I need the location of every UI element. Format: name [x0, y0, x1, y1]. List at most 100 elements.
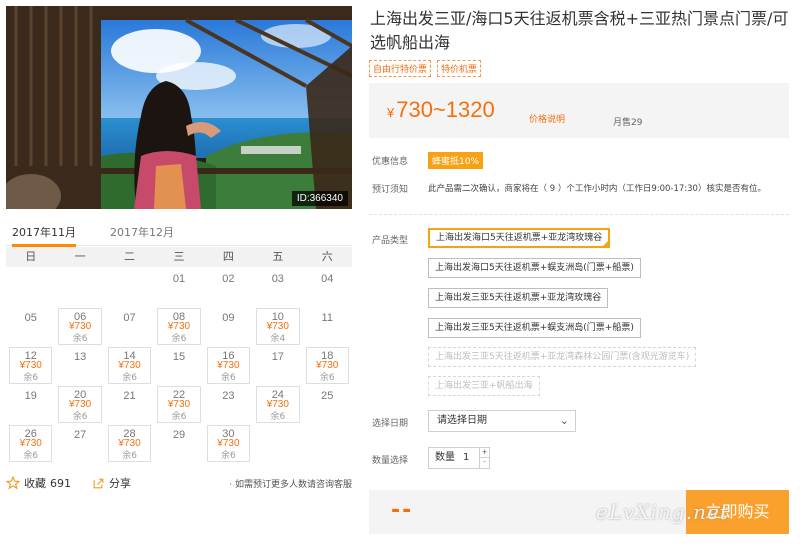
quantity-value[interactable]: 1 — [463, 448, 469, 468]
weekday-fri: 五 — [272, 250, 284, 263]
calendar-day-stock: 余6 — [122, 451, 137, 461]
calendar-day-number: 03 — [271, 273, 284, 285]
calendar-day[interactable]: 10 ¥730 余4 — [253, 307, 302, 346]
calendar-empty-cell — [105, 268, 154, 307]
calendar-day[interactable]: 30 ¥730 余6 — [204, 424, 253, 463]
calendar-day[interactable]: 12 ¥730 余6 — [6, 346, 55, 385]
quantity-label: 数量选择 — [372, 456, 409, 466]
calendar-day-stock: 余6 — [23, 451, 39, 461]
weekday-mon: 一 — [74, 250, 86, 263]
calendar-day[interactable]: 18 ¥730 余6 — [303, 346, 352, 385]
calendar-day-number: 15 — [172, 351, 186, 363]
calendar-empty-cell — [55, 268, 104, 307]
calendar-day-stock: 余4 — [270, 334, 286, 344]
calendar-day[interactable]: 20 ¥730 余6 — [55, 385, 104, 424]
calendar-day[interactable]: 26 ¥730 余6 — [6, 424, 55, 463]
increment-button[interactable]: + — [479, 448, 489, 458]
product-tags: 自由行特价票 特价机票 — [369, 60, 482, 77]
calendar-day-number: 01 — [172, 273, 186, 285]
share-button[interactable]: 分享 — [92, 475, 131, 491]
weekday-sun: 日 — [25, 250, 37, 263]
calendar-day-stock: 余6 — [270, 412, 286, 422]
calendar-week: 05 06 ¥730 余6 07 08 ¥730 余6 09 10 ¥730 余4 11 — [6, 307, 352, 346]
calendar-day: 17 — [253, 346, 302, 385]
total-price: -- — [391, 498, 414, 523]
calendar-day-number: 11 — [321, 312, 333, 324]
calendar-day: 03 — [253, 268, 302, 307]
decrement-button[interactable]: - — [479, 458, 489, 468]
date-select-value: 请选择日期 — [437, 415, 487, 426]
favorite-button[interactable]: 收藏 691 — [6, 475, 71, 491]
discount-label: 优惠信息 — [372, 157, 409, 167]
calendar-day-number: 04 — [321, 273, 334, 285]
tag-free-travel: 自由行特价票 — [369, 60, 432, 77]
calendar-day[interactable]: 14 ¥730 余6 — [105, 346, 154, 385]
price-note-link[interactable]: 价格说明 — [529, 112, 565, 125]
calendar-day: 11 — [303, 307, 352, 346]
calendar-week: 26 ¥730 余6 27 28 ¥730 余6 29 30 ¥730 余6 — [6, 424, 352, 463]
monthly-sales: 月售29 — [613, 118, 643, 128]
weekday-wed: 三 — [173, 250, 185, 263]
option-haikou-rose-valley[interactable]: 上海出发海口5天往返机票+亚龙湾玫瑰谷 — [428, 228, 611, 248]
calendar-empty-cell — [303, 424, 352, 463]
option-sanya-rose-valley[interactable]: 上海出发三亚5天往返机票+亚龙湾玫瑰谷 — [428, 288, 609, 308]
calendar-day-stock: 余6 — [319, 373, 335, 383]
calendar-empty-cell — [253, 424, 302, 463]
calendar-day: 07 — [105, 307, 154, 346]
calendar-day-number: 05 — [24, 312, 37, 324]
quantity-stepper: 数量 1 + - — [428, 447, 490, 469]
calendar-day: 29 — [154, 424, 203, 463]
date-calendar: 01 02 03 04 05 06 ¥730 余6 07 08 ¥730 余6 09 10 ¥730 余4 11… — [6, 268, 352, 463]
favorite-count: 691 — [50, 476, 71, 490]
product-title: 上海出发三亚/海口5天往返机票含税+三亚热门景点门票/可选帆船出海 — [370, 9, 789, 52]
calendar-day[interactable]: 06 ¥730 余6 — [55, 307, 104, 346]
calendar-day-number: 27 — [74, 429, 87, 441]
calendar-day-number: 13 — [74, 351, 87, 363]
consult-note: · 如需预订更多人数请咨询客服 — [229, 480, 352, 490]
calendar-day[interactable]: 24 ¥730 余6 — [253, 385, 302, 424]
calendar-day[interactable]: 28 ¥730 余6 — [105, 424, 154, 463]
calendar-day-number: 17 — [271, 351, 284, 363]
section-divider — [369, 214, 789, 215]
tag-special-flight: 特价机票 — [437, 60, 482, 77]
calendar-day-number: 23 — [222, 390, 235, 402]
option-sanya-sailing: 上海出发三亚+帆船出海 — [428, 376, 540, 396]
product-type-label: 产品类型 — [372, 236, 409, 246]
calendar-day: 09 — [204, 307, 253, 346]
month-tabs: 2017年11月 2017年12月 — [6, 222, 352, 247]
discount-badge: 蜂蜜抵10% — [428, 152, 484, 169]
option-sanya-wuzhizhou[interactable]: 上海出发三亚5天往返机票+蜈支洲岛(门票+船票) — [428, 318, 641, 338]
calendar-day: 05 — [6, 307, 55, 346]
calendar-day-stock: 余6 — [23, 373, 39, 383]
calendar-day[interactable]: 16 ¥730 余6 — [204, 346, 253, 385]
calendar-day-stock: 余6 — [122, 373, 137, 383]
option-haikou-wuzhizhou[interactable]: 上海出发海口5天往返机票+蜈支洲岛(门票+船票) — [428, 258, 641, 278]
calendar-day-number: 07 — [123, 312, 136, 324]
calendar-day: 21 — [105, 385, 154, 424]
booking-notice: 此产品需二次确认，商家将在（ 9 ）个工作小时内（工作日9:00-17:30）核… — [428, 184, 766, 194]
calendar-day[interactable]: 08 ¥730 余6 — [154, 307, 203, 346]
photo-illustration — [6, 6, 352, 209]
favorite-label: 收藏 — [24, 477, 46, 490]
calendar-week: 19 20 ¥730 余6 21 22 ¥730 余6 23 24 ¥730 余6 25 — [6, 385, 352, 424]
calendar-day-number: 02 — [222, 273, 235, 285]
calendar-week: 12 ¥730 余6 13 14 ¥730 余6 15 16 ¥730 余6 17 18 ¥730 余6 — [6, 346, 352, 385]
calendar-day-stock: 余6 — [72, 334, 88, 344]
calendar-empty-cell — [6, 268, 55, 307]
weekday-thu: 四 — [222, 250, 234, 263]
option-sanya-forest-park: 上海出发三亚5天往返机票+亚龙湾森林公园门票(含观光游览车) — [428, 347, 697, 367]
tab-month-dec[interactable]: 2017年12月 — [110, 224, 174, 244]
social-bar: 收藏 691 分享 · 如需预订更多人数请咨询客服 — [6, 473, 352, 493]
calendar-day: 25 — [303, 385, 352, 424]
watermark-text: eLvXing.net — [596, 500, 729, 524]
date-select[interactable]: 请选择日期 ⌄ — [428, 410, 576, 432]
currency-symbol: ¥ — [387, 105, 395, 120]
calendar-day[interactable]: 22 ¥730 余6 — [154, 385, 203, 424]
quantity-inner-label: 数量 — [435, 452, 455, 463]
choose-date-label: 选择日期 — [372, 419, 409, 429]
calendar-day: 01 — [154, 268, 203, 307]
share-icon — [93, 478, 104, 488]
tab-month-nov[interactable]: 2017年11月 — [12, 224, 76, 247]
calendar-week: 01 02 03 04 — [6, 268, 352, 307]
price-range: ¥730~1320 — [387, 97, 495, 123]
